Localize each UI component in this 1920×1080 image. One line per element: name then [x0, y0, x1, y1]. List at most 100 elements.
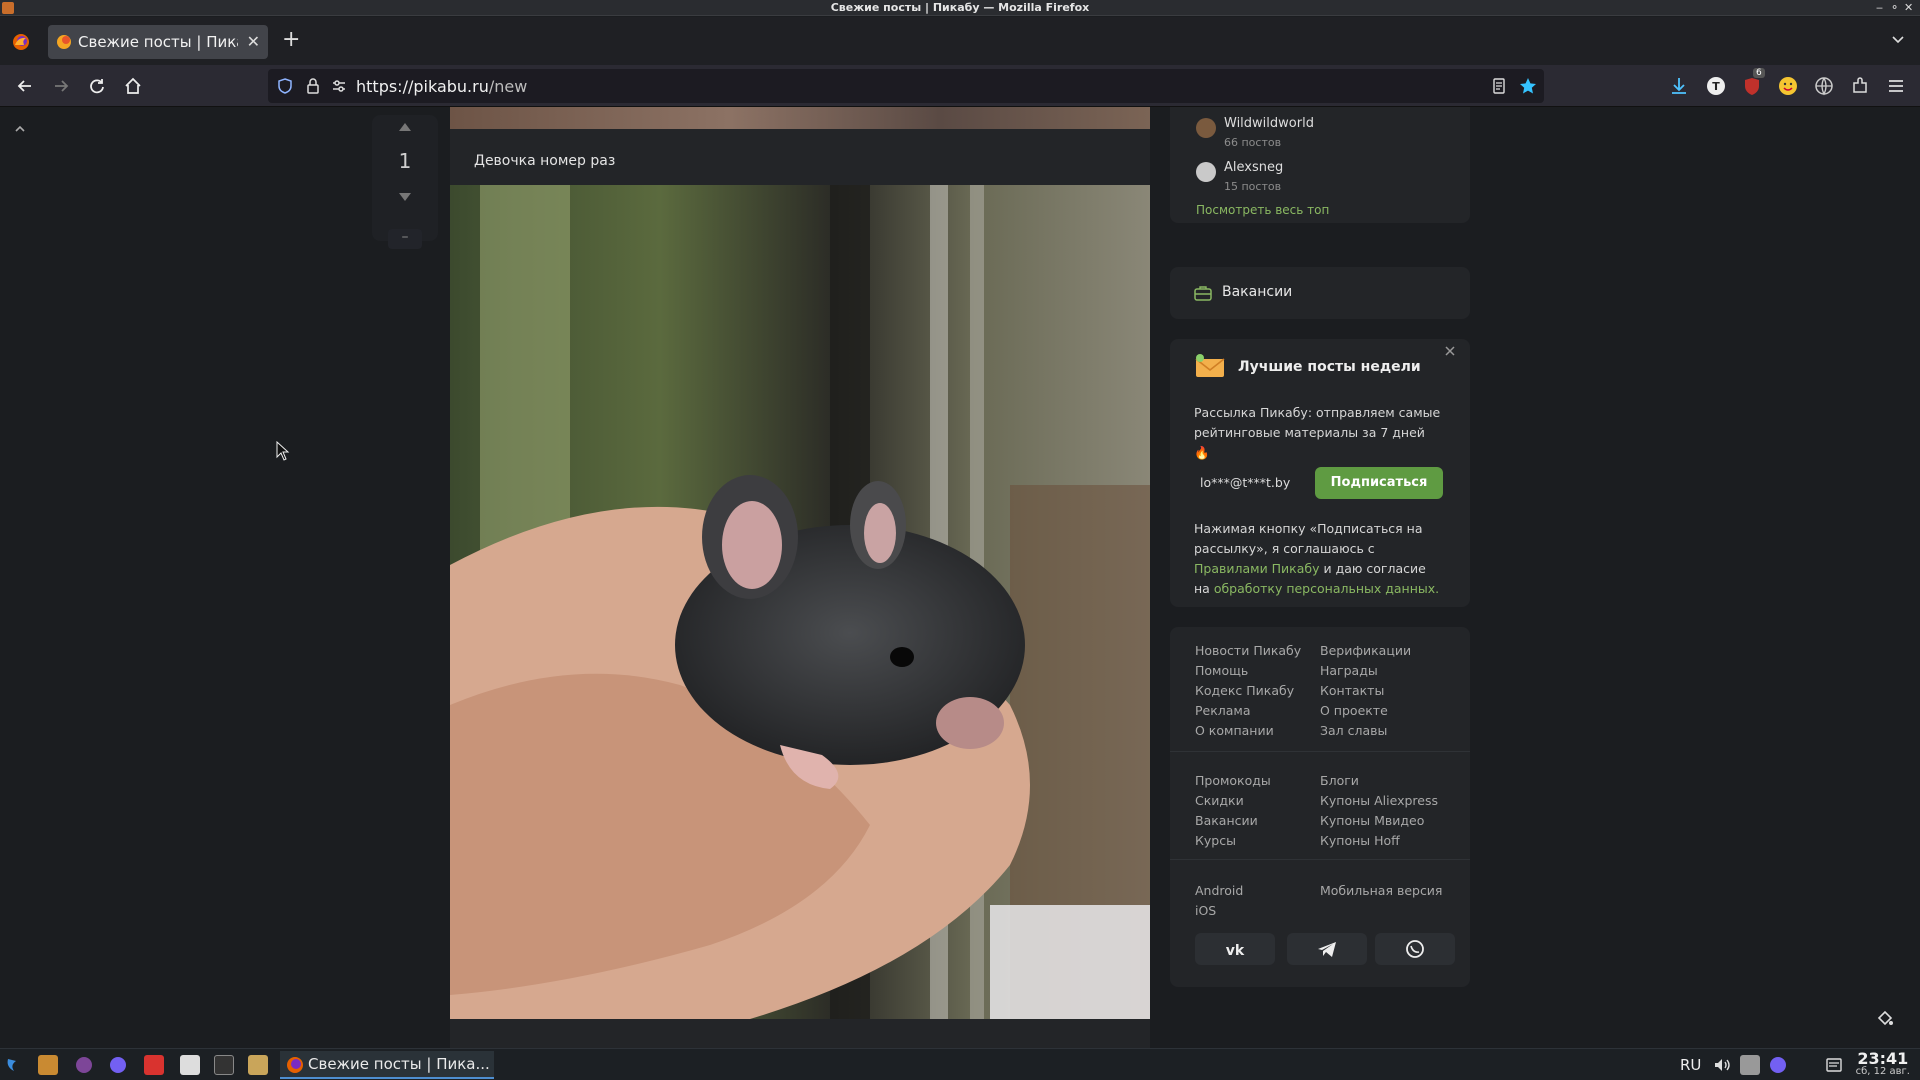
footer-link[interactable]: Купоны Hoff	[1320, 833, 1400, 848]
globe-icon[interactable]	[1813, 75, 1835, 97]
close-tab-icon[interactable]: ✕	[247, 32, 260, 51]
newsletter-description: Рассылка Пикабу: отправляем самые рейтин…	[1194, 405, 1441, 460]
vk-button[interactable]: vk	[1195, 933, 1275, 965]
viber-button[interactable]	[1375, 933, 1455, 965]
telegram-button[interactable]	[1287, 933, 1367, 965]
hide-post-button[interactable]: –	[388, 229, 422, 249]
rating-value: 1	[398, 149, 412, 173]
fire-icon: 🔥	[1194, 445, 1210, 460]
ios-link[interactable]: iOS	[1195, 903, 1216, 918]
window-titlebar: Свежие посты | Пикабу — Mozilla Firefox …	[0, 0, 1920, 16]
maximize-button[interactable]: ⚬	[1890, 1, 1899, 14]
footer-link[interactable]: Блоги	[1320, 773, 1359, 788]
taskbar-window-button[interactable]: Свежие посты | Пика...	[280, 1051, 494, 1079]
author-name: Wildwildworld	[1224, 116, 1314, 131]
footer-link[interactable]: Верификации	[1320, 643, 1411, 658]
anydesk-launcher-icon[interactable]	[144, 1055, 164, 1075]
notifications-icon[interactable]	[1824, 1055, 1844, 1075]
reload-icon[interactable]	[86, 75, 108, 97]
subscribe-button[interactable]: Подписаться	[1315, 467, 1443, 499]
minimize-button[interactable]: ‒	[1876, 1, 1883, 14]
translate-extension-icon[interactable]: T	[1705, 75, 1727, 97]
upvote-icon[interactable]	[397, 121, 413, 133]
close-window-button[interactable]: ✕	[1904, 1, 1913, 14]
start-menu-icon[interactable]	[4, 1055, 24, 1075]
downvote-icon[interactable]	[397, 191, 413, 203]
footer-link[interactable]: Промокоды	[1195, 773, 1271, 788]
firefox-menu-icon[interactable]	[12, 33, 30, 51]
menu-icon[interactable]	[1885, 75, 1907, 97]
theme-paint-icon[interactable]	[1876, 1009, 1894, 1027]
vacancies-title: Вакансии	[1222, 284, 1293, 300]
post-image[interactable]	[450, 185, 1150, 1019]
footer-link[interactable]: Купоны Aliexpress	[1320, 793, 1438, 808]
page-content: 1 – Девочка номер раз Wildwildworld 66 п…	[0, 107, 1920, 1048]
svg-text:T: T	[1712, 80, 1720, 93]
extensions-icon[interactable]	[1849, 75, 1871, 97]
volume-icon[interactable]	[1712, 1055, 1732, 1075]
back-icon[interactable]	[14, 75, 36, 97]
permissions-icon[interactable]	[330, 77, 348, 95]
footer-link[interactable]: О проекте	[1320, 703, 1388, 718]
home-icon[interactable]	[122, 75, 144, 97]
firefox-icon	[286, 1056, 304, 1074]
scroll-to-top-icon[interactable]	[14, 123, 26, 135]
downloads-icon[interactable]	[1668, 75, 1690, 97]
calculator-launcher-icon[interactable]	[180, 1055, 200, 1075]
author-name: Alexsneg	[1224, 160, 1284, 175]
shield-icon[interactable]	[276, 77, 294, 95]
mobile-version-link[interactable]: Мобильная версия	[1320, 883, 1442, 898]
rules-link[interactable]: Правилами Пикабу	[1194, 561, 1320, 576]
footer-link[interactable]: Курсы	[1195, 833, 1236, 848]
keyboard-layout[interactable]: RU	[1680, 1056, 1701, 1074]
bookmark-star-icon[interactable]	[1518, 76, 1538, 96]
author-post-count: 15 постов	[1224, 180, 1282, 193]
footer-link[interactable]: Вакансии	[1195, 813, 1258, 828]
url-text[interactable]: https://pikabu.ru/new	[356, 77, 527, 96]
reader-view-icon[interactable]	[1490, 77, 1508, 95]
network-icon[interactable]	[1740, 1055, 1760, 1075]
see-all-top-link[interactable]: Посмотреть весь топ	[1196, 203, 1329, 217]
footer-link[interactable]: Кодекс Пикабу	[1195, 683, 1294, 698]
vacancies-card[interactable]: Вакансии	[1170, 267, 1470, 319]
footer-links-card: Новости Пикабу Помощь Кодекс Пикабу Рекл…	[1170, 627, 1470, 987]
email-field[interactable]: lo***@t***t.by	[1190, 467, 1308, 499]
tab-strip: Свежие посты | Пикабу ✕ +	[0, 17, 1920, 65]
close-icon[interactable]	[1444, 345, 1456, 357]
window-title: Свежие посты | Пикабу — Mozilla Firefox	[830, 1, 1090, 14]
newsletter-title: Лучшие посты недели	[1238, 359, 1421, 375]
android-link[interactable]: Android	[1195, 883, 1243, 898]
svg-text:vk: vk	[1226, 943, 1245, 959]
clock[interactable]: 23:41 сб, 12 авг.	[1856, 1049, 1910, 1077]
footer-link[interactable]: Купоны Мвидео	[1320, 813, 1424, 828]
footer-link[interactable]: Зал славы	[1320, 723, 1387, 738]
envelope-icon	[1194, 353, 1226, 379]
new-tab-button[interactable]: +	[282, 27, 300, 52]
footer-link[interactable]: Контакты	[1320, 683, 1384, 698]
list-tabs-icon[interactable]	[1890, 31, 1906, 47]
briefcase-icon	[1194, 285, 1212, 301]
home-folder-launcher-icon[interactable]	[248, 1055, 268, 1075]
pikabu-favicon	[56, 34, 72, 50]
viber-launcher-icon[interactable]	[108, 1055, 128, 1075]
tab-active[interactable]: Свежие посты | Пикабу ✕	[48, 25, 268, 59]
emoji-extension-icon[interactable]	[1777, 75, 1799, 97]
footer-link[interactable]: Награды	[1320, 663, 1378, 678]
ublock-icon[interactable]: 6	[1741, 68, 1765, 97]
taskbar: Свежие посты | Пика... RU 23:41 сб, 12 а…	[0, 1048, 1920, 1080]
terminal-launcher-icon[interactable]	[214, 1055, 234, 1075]
file-manager-launcher-icon[interactable]	[38, 1055, 58, 1075]
privacy-link[interactable]: обработку персональных данных.	[1214, 581, 1439, 596]
footer-link[interactable]: О компании	[1195, 723, 1274, 738]
viber-tray-icon[interactable]	[1768, 1055, 1788, 1075]
footer-link[interactable]: Скидки	[1195, 793, 1244, 808]
forward-icon[interactable]	[50, 75, 72, 97]
footer-link[interactable]: Новости Пикабу	[1195, 643, 1301, 658]
url-bar[interactable]: https://pikabu.ru/new	[268, 69, 1544, 103]
taskbar-window-label: Свежие посты | Пика...	[308, 1055, 490, 1073]
footer-link[interactable]: Помощь	[1195, 663, 1248, 678]
lock-icon[interactable]	[304, 77, 322, 95]
author-post-count: 66 постов	[1224, 136, 1282, 149]
tor-browser-launcher-icon[interactable]	[74, 1055, 94, 1075]
footer-link[interactable]: Реклама	[1195, 703, 1251, 718]
